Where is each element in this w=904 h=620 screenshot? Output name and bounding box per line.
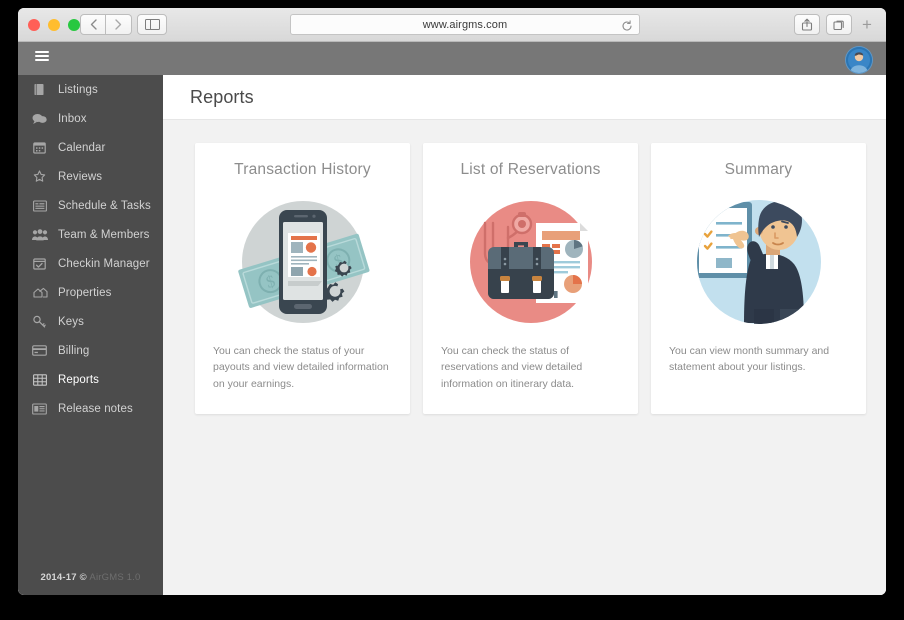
- list-of-reservations-illustration: [423, 187, 638, 337]
- tabs-button[interactable]: [826, 14, 852, 35]
- main-content: Reports Transaction History $ $ You can …: [163, 75, 886, 595]
- address-bar[interactable]: www.airgms.com: [290, 14, 640, 35]
- table-icon: [31, 372, 48, 387]
- card-title: Transaction History: [234, 161, 371, 178]
- sidebar-item-team-members[interactable]: Team & Members: [18, 220, 163, 249]
- sidebar-item-listings[interactable]: Listings: [18, 75, 163, 104]
- share-button[interactable]: [794, 14, 820, 35]
- news-icon: [31, 401, 48, 416]
- sidebar-item-inbox[interactable]: Inbox: [18, 104, 163, 133]
- sidebar-item-label: Billing: [58, 344, 90, 357]
- sidebar-item-checkin-manager[interactable]: Checkin Manager: [18, 249, 163, 278]
- comments-icon: [31, 111, 48, 126]
- sidebar-item-reviews[interactable]: Reviews: [18, 162, 163, 191]
- card-description: You can check the status of reservations…: [441, 345, 583, 390]
- application-shell: Listings Inbox Calendar Reviews Schedule…: [18, 42, 886, 595]
- sidebar-item-billing[interactable]: Billing: [18, 336, 163, 365]
- footer-copyright-text: 2014-17 ©: [40, 572, 87, 583]
- sidebar-item-schedule-tasks[interactable]: Schedule & Tasks: [18, 191, 163, 220]
- sidebar-item-label: Checkin Manager: [58, 257, 150, 270]
- sidebar-item-label: Properties: [58, 286, 112, 299]
- card-description: You can view month summary and statement…: [669, 345, 830, 374]
- calendar-check-icon: [31, 256, 48, 271]
- toolbar-right-buttons: +: [794, 14, 876, 35]
- browser-window: www.airgms.com + Listings Inbox Calendar…: [18, 8, 886, 595]
- window-close-button[interactable]: [28, 19, 40, 31]
- sidebar-item-label: Schedule & Tasks: [58, 199, 151, 212]
- sidebar-item-label: Team & Members: [58, 228, 150, 241]
- sidebar-item-label: Reviews: [58, 170, 103, 183]
- sidebar-item-label: Release notes: [58, 402, 133, 415]
- user-avatar[interactable]: [845, 46, 873, 74]
- back-button[interactable]: [80, 14, 106, 35]
- sidebar-footer: 2014-17 © AirGMS 1.0: [18, 572, 163, 583]
- sidebar-item-label: Reports: [58, 373, 99, 386]
- card-title: Summary: [724, 161, 793, 178]
- card-title: List of Reservations: [460, 161, 601, 178]
- star-icon: [31, 169, 48, 184]
- sidebar-item-reports[interactable]: Reports: [18, 365, 163, 394]
- card-description: You can check the status of your payouts…: [213, 345, 389, 390]
- book-icon: [31, 82, 48, 97]
- browser-toolbar: www.airgms.com +: [18, 8, 886, 42]
- sidebar-navigation: Listings Inbox Calendar Reviews Schedule…: [18, 75, 163, 595]
- footer-version-text: AirGMS 1.0: [89, 572, 141, 583]
- sidebar-item-calendar[interactable]: Calendar: [18, 133, 163, 162]
- address-url-text: www.airgms.com: [422, 18, 508, 31]
- credit-card-icon: [31, 343, 48, 358]
- navigation-buttons: [80, 14, 132, 35]
- window-maximize-button[interactable]: [68, 19, 80, 31]
- app-top-bar: [18, 42, 886, 75]
- show-sidebar-button[interactable]: [137, 14, 167, 35]
- sidebar-item-label: Keys: [58, 315, 84, 328]
- window-minimize-button[interactable]: [48, 19, 60, 31]
- reload-icon[interactable]: [621, 19, 633, 31]
- sidebar-item-label: Listings: [58, 83, 98, 96]
- report-cards-row: Transaction History $ $ You can check th…: [163, 120, 886, 414]
- report-card-list-of-reservations[interactable]: List of Reservations You can check the s…: [423, 143, 638, 414]
- hamburger-menu-icon[interactable]: [35, 51, 49, 63]
- key-icon: [31, 314, 48, 329]
- forward-button[interactable]: [106, 14, 132, 35]
- page-title: Reports: [190, 86, 254, 107]
- sidebar-icon: [144, 18, 160, 31]
- houses-icon: [31, 285, 48, 300]
- sidebar-item-label: Inbox: [58, 112, 87, 125]
- list-icon: [31, 198, 48, 213]
- traffic-lights: [28, 19, 80, 31]
- transaction-history-illustration: $ $: [195, 187, 410, 337]
- sidebar-item-properties[interactable]: Properties: [18, 278, 163, 307]
- sidebar-item-release-notes[interactable]: Release notes: [18, 394, 163, 423]
- sidebar-item-keys[interactable]: Keys: [18, 307, 163, 336]
- report-card-transaction-history[interactable]: Transaction History $ $ You can check th…: [195, 143, 410, 414]
- users-icon: [31, 227, 48, 242]
- page-header: Reports: [163, 75, 886, 120]
- report-card-summary[interactable]: Summary You can view month summary and s…: [651, 143, 866, 414]
- calendar-icon: [31, 140, 48, 155]
- new-tab-button[interactable]: +: [858, 14, 876, 35]
- summary-illustration: [651, 187, 866, 337]
- sidebar-item-label: Calendar: [58, 141, 106, 154]
